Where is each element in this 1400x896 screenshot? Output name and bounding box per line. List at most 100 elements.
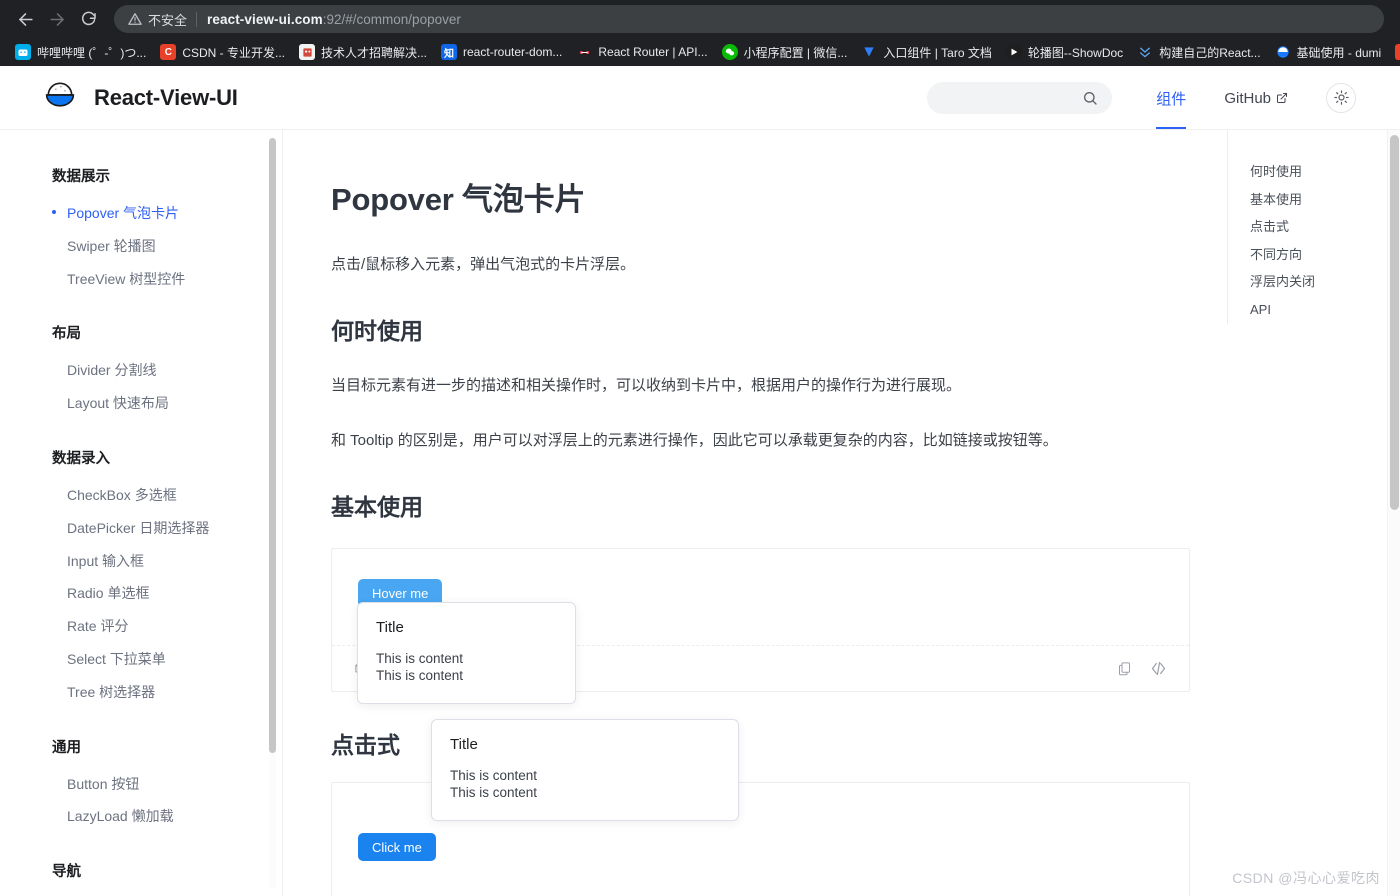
url-host: react-view-ui.com	[207, 12, 323, 27]
csdn-icon: C	[160, 44, 176, 60]
bookmark-label: CSDN - 专业开发...	[182, 44, 285, 61]
watermark: CSDN @冯心心爱吃肉	[1232, 868, 1380, 888]
security-label: 不安全	[148, 10, 187, 29]
toc-item-basic-usage[interactable]: 基本使用	[1250, 186, 1382, 214]
browser-toolbar: 不安全 react-view-ui.com :92/#/common/popov…	[0, 0, 1400, 38]
toc-item-when-to-use[interactable]: 何时使用	[1250, 158, 1382, 186]
sidebar-item-select[interactable]: Select 下拉菜单	[52, 643, 282, 676]
external-link-icon	[1276, 92, 1288, 104]
nav-link-github[interactable]: GitHub	[1224, 69, 1288, 127]
sidebar-scrollbar-thumb[interactable]	[269, 138, 276, 753]
sidebar-item-tree[interactable]: Tree 树选择器	[52, 676, 282, 709]
search-input[interactable]	[941, 90, 1082, 105]
sidebar-item-datepicker[interactable]: DatePicker 日期选择器	[52, 512, 282, 545]
copy-icon[interactable]	[1117, 661, 1132, 676]
toc-item-label: 基本使用	[1250, 192, 1302, 207]
omnibox-divider	[196, 12, 197, 27]
bookmark-label: 小程序配置 | 微信...	[744, 44, 848, 61]
bookmark-item[interactable]: 入口组件 | Taro 文档	[854, 41, 998, 64]
toc-item-api[interactable]: API	[1250, 296, 1382, 324]
sidebar-item-lazyload[interactable]: LazyLoad 懒加载	[52, 800, 282, 833]
sidebar-item-label: Tree 树选择器	[67, 684, 155, 700]
bookmark-label: 轮播图--ShowDoc	[1028, 44, 1123, 61]
bookmark-label: React Router | API...	[598, 45, 707, 59]
react-build-icon	[1137, 44, 1153, 60]
sidebar-item-label: Rate 评分	[67, 618, 128, 634]
when-to-use-paragraph-1: 当目标元素有进一步的描述和相关操作时，可以收纳到卡片中，根据用户的操作行为进行展…	[331, 372, 1191, 399]
doc-intro: 点击/鼠标移入元素，弹出气泡式的卡片浮层。	[331, 251, 1191, 278]
sidebar-item-affix[interactable]: Affix 固钉	[52, 892, 282, 896]
sidebar-item-label: DatePicker 日期选择器	[67, 520, 209, 536]
search-box[interactable]	[927, 82, 1112, 114]
main-scrollbar-thumb[interactable]	[1390, 135, 1399, 510]
bookmark-label: 哔哩哔哩 (゜-゜)つ...	[37, 44, 146, 61]
toc-item-label: 点击式	[1250, 219, 1289, 234]
reload-button[interactable]	[74, 4, 104, 34]
brand-name: React-View-UI	[94, 85, 238, 111]
sidebar-group-title: 通用	[52, 731, 282, 762]
toc-item-placements[interactable]: 不同方向	[1250, 241, 1382, 269]
sidebar-item-button[interactable]: Button 按钮	[52, 768, 282, 801]
toc-item-click-trigger[interactable]: 点击式	[1250, 213, 1382, 241]
sidebar-item-divider[interactable]: Divider 分割线	[52, 354, 282, 387]
address-bar[interactable]: 不安全 react-view-ui.com :92/#/common/popov…	[114, 5, 1384, 33]
brand[interactable]: React-View-UI	[40, 75, 238, 120]
csdn-icon: C	[1395, 44, 1400, 60]
bookmark-item[interactable]: 轮播图--ShowDoc	[999, 41, 1130, 64]
rice-bowl-logo-icon	[40, 75, 80, 120]
bookmark-item[interactable]: C CSDN - 专业开发...	[153, 41, 292, 64]
main-scrollbar[interactable]	[1387, 130, 1400, 896]
sidebar-group-navigation: 导航 Affix 固钉 Menu 导航菜单	[52, 855, 282, 896]
bookmarks-bar: 哔哩哔哩 (゜-゜)つ... C CSDN - 专业开发... 技术人才招聘解决…	[0, 38, 1400, 66]
code-brackets-icon[interactable]	[1150, 660, 1167, 677]
sun-icon	[1334, 90, 1349, 105]
zhihu-icon: 知	[441, 44, 457, 60]
sidebar-item-radio[interactable]: Radio 单选框	[52, 577, 282, 610]
sidebar-group-title: 数据录入	[52, 442, 282, 473]
bookmark-label: 技术人才招聘解决...	[321, 44, 427, 61]
popover-content-line-2: This is content	[450, 784, 720, 801]
search-icon[interactable]	[1082, 90, 1098, 106]
forward-arrow-icon	[48, 10, 67, 29]
bookmark-label: 入口组件 | Taro 文档	[883, 44, 991, 61]
bookmark-item[interactable]: 知 react-router-dom...	[434, 41, 569, 63]
sidebar-item-label: Radio 单选框	[67, 585, 149, 601]
click-me-button[interactable]: Click me	[358, 833, 436, 861]
bookmark-item[interactable]: 哔哩哔哩 (゜-゜)つ...	[8, 41, 153, 64]
sidebar-item-label: CheckBox 多选框	[67, 487, 177, 503]
page-title: Popover 气泡卡片	[331, 174, 1191, 219]
forward-button[interactable]	[42, 4, 72, 34]
nav-link-components[interactable]: 组件	[1156, 67, 1186, 129]
sidebar-item-treeview[interactable]: TreeView 树型控件	[52, 263, 282, 296]
sidebar-group-general: 通用 Button 按钮 LazyLoad 懒加载	[52, 731, 282, 834]
not-secure-warning-icon	[128, 12, 142, 26]
bookmark-item[interactable]: 小程序配置 | 微信...	[715, 41, 855, 64]
bookmark-item[interactable]: 基础使用 - dumi	[1268, 41, 1389, 64]
bookmark-label: 基础使用 - dumi	[1297, 44, 1382, 61]
recruit-icon	[299, 44, 315, 60]
showdoc-icon	[1006, 44, 1022, 60]
sidebar-item-input[interactable]: Input 输入框	[52, 545, 282, 578]
sidebar-item-label: Input 输入框	[67, 553, 144, 569]
sidebar-scrollbar[interactable]	[269, 138, 276, 888]
dumi-icon	[1275, 44, 1291, 60]
theme-toggle-button[interactable]	[1326, 83, 1356, 113]
sidebar-item-checkbox[interactable]: CheckBox 多选框	[52, 479, 282, 512]
bookmark-item[interactable]: 构建自己的React...	[1130, 41, 1267, 64]
site-header: React-View-UI 组件 GitHub	[0, 66, 1400, 130]
sidebar-group-data-entry: 数据录入 CheckBox 多选框 DatePicker 日期选择器 Input…	[52, 442, 282, 709]
bookmark-item[interactable]: React Router | API...	[569, 41, 714, 63]
sidebar-item-popover[interactable]: Popover 气泡卡片	[52, 197, 282, 230]
back-button[interactable]	[10, 4, 40, 34]
sidebar-item-rate[interactable]: Rate 评分	[52, 610, 282, 643]
sidebar-group-data-display: 数据展示 Popover 气泡卡片 Swiper 轮播图 TreeView 树型…	[52, 160, 282, 295]
main-scroll-area: Popover 气泡卡片 点击/鼠标移入元素，弹出气泡式的卡片浮层。 何时使用 …	[283, 130, 1400, 896]
bookmark-item[interactable]: 技术人才招聘解决...	[292, 41, 434, 64]
bookmark-item[interactable]: C	[1388, 41, 1400, 63]
sidebar-group-title: 导航	[52, 855, 282, 886]
sidebar-item-layout[interactable]: Layout 快速布局	[52, 387, 282, 420]
toc-item-close-inside[interactable]: 浮层内关闭	[1250, 268, 1382, 296]
sidebar-item-swiper[interactable]: Swiper 轮播图	[52, 230, 282, 263]
sidebar-nav: 数据展示 Popover 气泡卡片 Swiper 轮播图 TreeView 树型…	[0, 130, 282, 896]
back-arrow-icon	[16, 10, 35, 29]
